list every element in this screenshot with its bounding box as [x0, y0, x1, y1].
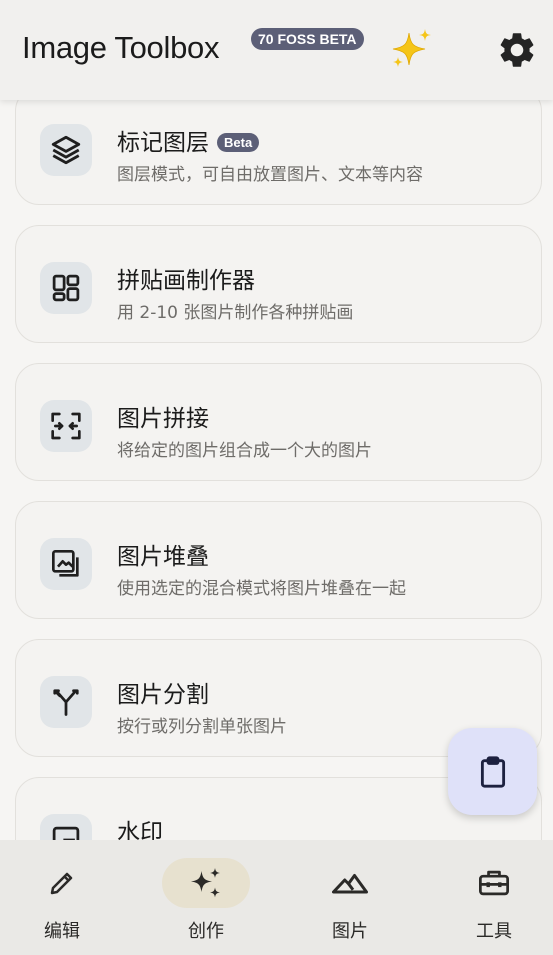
- nav-label: 编辑: [44, 921, 80, 942]
- sparkle-icon: [191, 868, 220, 898]
- app-title: Image Toolbox: [22, 30, 220, 65]
- tool-card-image-stitching[interactable]: 图片拼接 将给定的图片组合成一个大的图片: [15, 363, 542, 481]
- nav-item-create[interactable]: 创作: [137, 840, 275, 955]
- tool-card-image-stacking[interactable]: 图片堆叠 使用选定的混合模式将图片堆叠在一起: [15, 501, 542, 619]
- nav-item-edit[interactable]: 编辑: [0, 840, 131, 955]
- tool-title: 标记图层 Beta: [117, 123, 260, 157]
- gear-icon[interactable]: [496, 29, 538, 71]
- tool-card-markup-layers[interactable]: 标记图层 Beta 图层模式，可自由放置图片、文本等内容: [15, 87, 542, 205]
- paste-clipboard-fab[interactable]: [448, 728, 537, 815]
- nav-label: 创作: [188, 921, 224, 942]
- tool-description: 用 2-10 张图片制作各种拼贴画: [117, 303, 354, 323]
- tool-description: 使用选定的混合模式将图片堆叠在一起: [117, 579, 406, 599]
- layers-icon: [40, 124, 92, 176]
- watermark-icon: [40, 814, 92, 840]
- tool-list[interactable]: 标记图层 Beta 图层模式，可自由放置图片、文本等内容 拼贴画制作器 用 2-1…: [0, 0, 553, 840]
- nav-label: 图片: [332, 921, 368, 942]
- nav-item-images[interactable]: 图片: [281, 840, 419, 955]
- top-app-bar: Image Toolbox 70 FOSS BETA: [0, 0, 553, 100]
- split-icon: [40, 676, 92, 728]
- nav-pill: [450, 858, 538, 908]
- nav-pill: [18, 858, 106, 908]
- tool-title: 图片分割: [117, 682, 209, 708]
- nav-item-tools[interactable]: 工具: [425, 840, 553, 955]
- sparkles-icon[interactable]: [389, 27, 435, 73]
- nav-pill: [306, 858, 394, 908]
- nav-label: 工具: [476, 921, 512, 942]
- bottom-navigation: 编辑 创作 图片 工具: [0, 840, 553, 955]
- nav-pill-active: [162, 858, 250, 908]
- tool-title: 图片堆叠: [117, 544, 209, 570]
- tool-description: 按行或列分割单张图片: [117, 717, 287, 737]
- pencil-icon: [50, 872, 73, 895]
- toolbox-icon: [479, 870, 509, 896]
- tool-description: 图层模式，可自由放置图片、文本等内容: [117, 165, 423, 185]
- stack-icon: [40, 538, 92, 590]
- tool-description: 将给定的图片组合成一个大的图片: [117, 441, 372, 461]
- tool-title: 拼贴画制作器: [117, 268, 255, 294]
- beta-badge: Beta: [217, 133, 260, 152]
- tool-title: 水印: [117, 820, 163, 840]
- tool-card-collage-maker[interactable]: 拼贴画制作器 用 2-10 张图片制作各种拼贴画: [15, 225, 542, 343]
- stitch-icon: [40, 400, 92, 452]
- collage-icon: [40, 262, 92, 314]
- version-badge: 70 FOSS BETA: [251, 28, 364, 50]
- mountains-icon: [332, 874, 368, 894]
- clipboard-icon: [480, 755, 505, 788]
- tool-title: 图片拼接: [117, 406, 209, 432]
